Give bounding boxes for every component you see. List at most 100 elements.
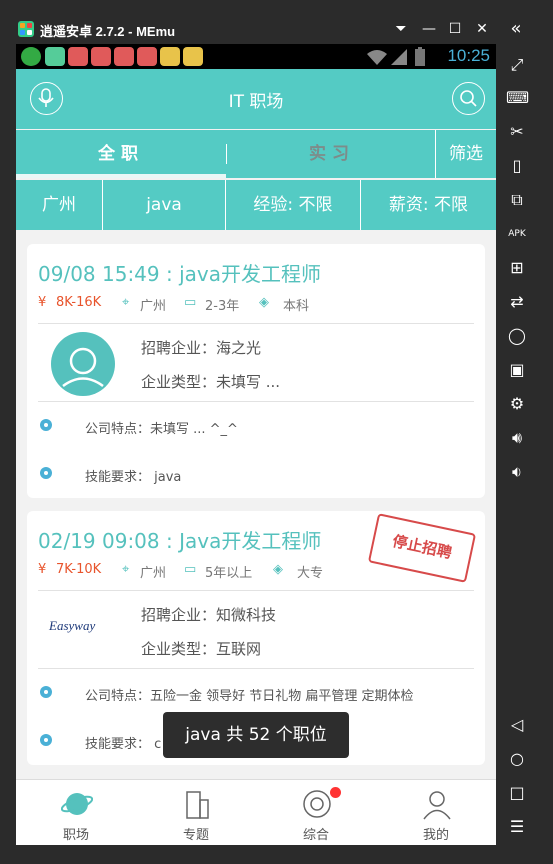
map-pin-icon [40, 734, 52, 746]
window-titlebar: 逍遥安卓 2.7.2 - MEmu ⏷ — ☐ ✕ « [0, 0, 553, 44]
clock: 10:25 [447, 46, 490, 65]
notification-badge [330, 787, 341, 798]
briefcase-icon: ▭ [184, 562, 197, 577]
tab-internship[interactable]: 实习 [227, 130, 437, 178]
apk-install-icon[interactable]: APK [506, 223, 528, 245]
job-title: 02/19 09:08 : Java开发工程师 [38, 529, 322, 553]
search-button[interactable] [452, 82, 485, 115]
location-icon: ⌖ [122, 562, 130, 577]
rotate-icon[interactable]: ⧉ [506, 189, 528, 211]
user-icon [423, 791, 451, 820]
emulator-toolbar: ⤢ ⌨ ✂ ▯ ⧉ APK ⊞ ⇄ ◯ ▣ ⚙ 🔊︎ 🔉︎ ◁ ○ □ ☰ [496, 44, 553, 864]
nav-item-general[interactable]: 综合 [256, 780, 376, 845]
scissors-icon[interactable]: ✂ [506, 121, 528, 143]
salary-range: 7K-10K [56, 562, 102, 577]
location-icon: ⌖ [122, 295, 130, 310]
skill-requirements: 技能要求： java [85, 470, 182, 485]
keyword-filter[interactable]: java [103, 180, 225, 230]
divider [38, 323, 474, 324]
job-city: 广州 [140, 566, 167, 581]
job-type-tabs: 全职 实习 筛选 [16, 130, 496, 178]
close-button[interactable]: ✕ [471, 18, 493, 40]
search-icon [460, 90, 477, 107]
building-icon [186, 791, 209, 819]
salary-range: 8K-16K [56, 295, 102, 310]
graduation-cap-icon: ◈ [259, 295, 269, 310]
recent-apps-icon[interactable]: □ [506, 782, 528, 804]
maximize-button[interactable]: ☐ [444, 18, 466, 40]
toast-message: java 共 52 个职位 [163, 712, 349, 758]
shake-icon[interactable]: ▯ [506, 155, 528, 177]
job-card[interactable]: 09/08 15:49 : java开发工程师 ¥ 8K-16K ⌖ 广州 ▭ … [27, 244, 485, 498]
page-title: IT 职场 [228, 92, 284, 112]
share-icon[interactable]: ⇄ [506, 291, 528, 313]
home-icon[interactable]: ○ [506, 748, 528, 770]
fullscreen-icon[interactable]: ⤢ [506, 54, 528, 76]
company-features: 公司特点：五险一金 领导好 节日礼物 扁平管理 定期体检 [85, 689, 414, 704]
memu-logo-icon [18, 21, 34, 37]
shield-icon [21, 47, 41, 66]
mouse-icon[interactable]: ◯ [506, 325, 528, 347]
bottom-navigation: 职场 专题 综合 我的 [16, 779, 496, 845]
recruitment-stopped-stamp: 停止招聘 [367, 513, 477, 583]
app-notification-icon [160, 47, 180, 66]
divider [38, 401, 474, 402]
job-city: 广州 [140, 299, 167, 314]
job-title: 09/08 15:49 : java开发工程师 [38, 262, 321, 286]
company-avatar [51, 332, 115, 396]
company-type: 企业类型：互联网 [141, 640, 262, 658]
settings-gear-icon[interactable]: ⚙ [506, 393, 528, 415]
at-icon [303, 790, 331, 818]
job-education: 本科 [283, 299, 310, 314]
job-experience: 5年以上 [205, 566, 253, 581]
salary-icon: ¥ [38, 562, 47, 577]
company-type: 企业类型：未填写 ... [141, 373, 281, 391]
divider [38, 590, 474, 591]
signal-icon [391, 49, 407, 65]
planet-icon [61, 793, 93, 815]
nav-label: 我的 [422, 828, 449, 843]
company-name: 招聘企业：知微科技 [141, 606, 277, 624]
app-bar: IT 职场 [16, 69, 496, 129]
volume-up-icon[interactable]: 🔊︎ [506, 427, 528, 449]
volume-down-icon[interactable]: 🔉︎ [506, 461, 528, 483]
active-tab-indicator [16, 174, 226, 178]
graduation-cap-icon: ◈ [273, 562, 283, 577]
nav-item-topics[interactable]: 专题 [136, 780, 256, 845]
nav-label: 专题 [182, 828, 209, 843]
battery-icon [415, 47, 425, 66]
multi-instance-icon[interactable]: ⊞ [506, 257, 528, 279]
wifi-icon [367, 50, 387, 65]
minimize-button[interactable]: — [418, 18, 440, 40]
app-notification-icon [91, 47, 111, 66]
salary-filter[interactable]: 薪资: 不限 [361, 180, 496, 230]
keyboard-icon[interactable]: ⌨ [506, 87, 529, 109]
tab-fulltime[interactable]: 全职 [16, 130, 226, 178]
app-notification-icon [183, 47, 203, 66]
company-logo: Easyway [49, 618, 96, 633]
app-notification-icon [68, 47, 88, 66]
window-title: 逍遥安卓 2.7.2 - MEmu [40, 24, 176, 39]
job-experience: 2-3年 [205, 299, 240, 314]
status-bar: 10:25 [16, 44, 496, 69]
nav-item-workplace[interactable]: 职场 [16, 780, 136, 845]
job-education: 大专 [297, 566, 324, 581]
divider [38, 668, 474, 669]
back-icon[interactable]: ◁ [506, 714, 528, 736]
filter-bar: 广州 java 经验: 不限 薪资: 不限 [16, 180, 496, 230]
map-pin-icon [40, 419, 52, 431]
filter-button[interactable]: 筛选 [436, 130, 496, 178]
salary-icon: ¥ [38, 295, 47, 310]
company-features: 公司特点：未填写 ... ^_^ [85, 422, 238, 437]
briefcase-icon: ▭ [184, 295, 197, 310]
nav-item-mine[interactable]: 我的 [376, 780, 496, 845]
city-filter[interactable]: 广州 [16, 180, 102, 230]
dropdown-menu-icon[interactable]: ⏷ [390, 18, 412, 40]
app-notification-icon [137, 47, 157, 66]
menu-icon[interactable]: ☰ [506, 816, 528, 838]
video-record-icon[interactable]: ▣ [506, 359, 528, 381]
collapse-sidebar-icon[interactable]: « [505, 18, 527, 40]
company-name: 招聘企业：海之光 [141, 339, 262, 357]
android-screen: 10:25 IT 职场 全职 实习 筛选 广州 java 经验: 不限 薪资: … [16, 44, 496, 845]
experience-filter[interactable]: 经验: 不限 [226, 180, 360, 230]
